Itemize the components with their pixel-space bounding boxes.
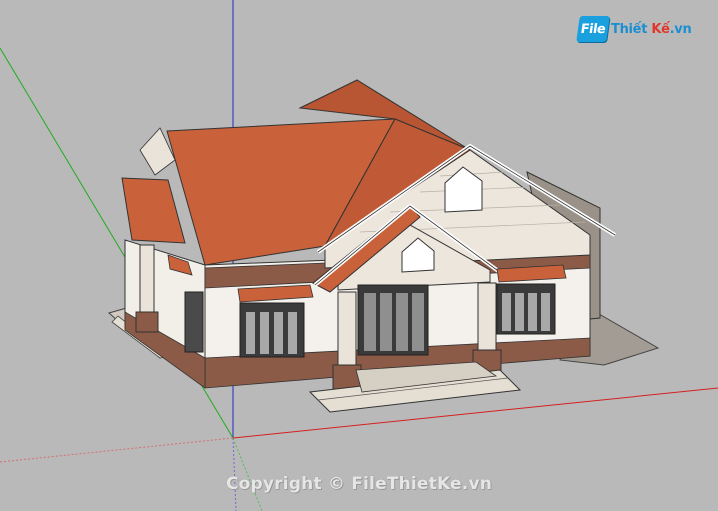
side-window bbox=[184, 291, 204, 353]
filethietke-logo: File Thiết Kế.vn bbox=[576, 14, 692, 44]
red-axis-negative bbox=[0, 437, 234, 463]
sketchup-viewport[interactable]: File Thiết Kế.vn Copyright © FileThietKe… bbox=[0, 0, 718, 511]
logo-suffix: .vn bbox=[669, 21, 692, 37]
left-porch-roof bbox=[121, 177, 186, 244]
main-door bbox=[357, 284, 429, 356]
logo-brand: Thiết bbox=[611, 21, 648, 37]
logo-accent: Kế bbox=[651, 21, 670, 37]
logo-text: Thiết Kế.vn bbox=[611, 21, 692, 37]
window-left bbox=[239, 302, 305, 358]
window-right bbox=[496, 283, 556, 335]
logo-badge: File bbox=[576, 16, 610, 42]
copyright-watermark: Copyright © FileThietKe.vn bbox=[225, 474, 493, 494]
model-scene[interactable] bbox=[0, 0, 718, 511]
